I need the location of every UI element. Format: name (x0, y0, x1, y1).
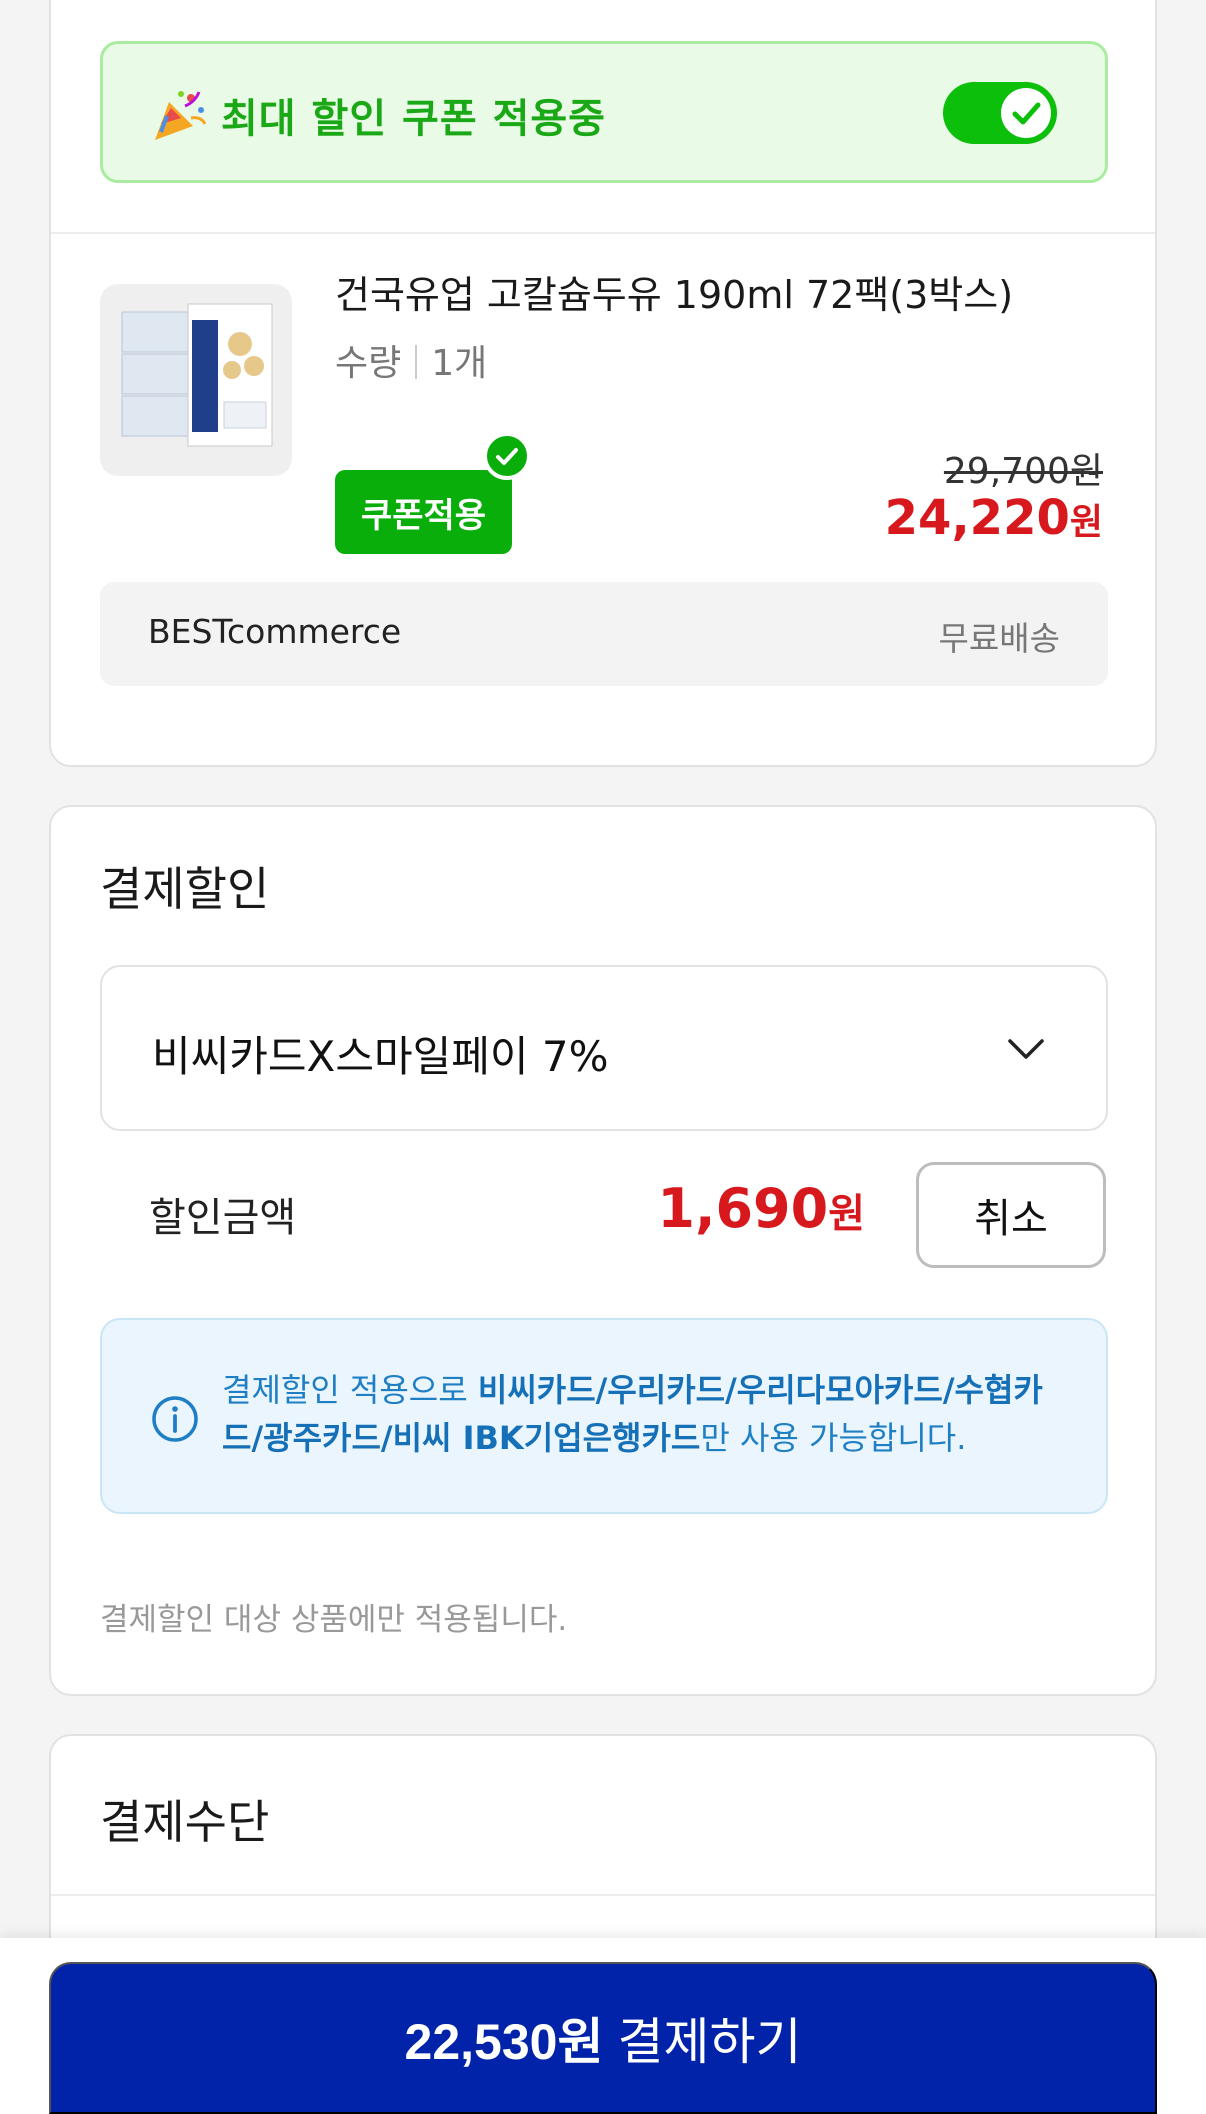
discount-note: 결제할인 대상 상품에만 적용됩니다. (100, 1602, 568, 1638)
product-name[interactable]: 건국유업 고칼슘두유 190ml 72팩(3박스) (335, 264, 1013, 319)
divider (51, 1894, 1155, 1896)
chevron-down-icon (1008, 1039, 1044, 1059)
product-thumbnail[interactable] (100, 284, 292, 476)
payment-discount-card: 결제할인 비씨카드X스마일페이 7% 할인금액 1,690원 취소 결제할인 적… (49, 805, 1157, 1696)
toggle-knob (1001, 88, 1051, 138)
badge-check-icon (483, 432, 531, 480)
discount-selected-option: 비씨카드X스마일페이 7% (152, 1032, 609, 1081)
discount-amount: 1,690원 (657, 1177, 865, 1240)
quantity-separator (415, 345, 418, 379)
cancel-discount-button[interactable]: 취소 (916, 1162, 1106, 1268)
coupon-applied-banner: 최대 할인 쿠폰 적용중 (100, 41, 1108, 183)
soymilk-box-image (100, 284, 292, 476)
quantity-label: 수량 (335, 343, 402, 384)
payment-discount-title: 결제할인 (100, 862, 270, 916)
coupon-banner-text: 최대 할인 쿠폰 적용중 (221, 96, 606, 142)
max-coupon-toggle[interactable] (943, 82, 1057, 144)
original-price: 29,700원 (944, 442, 1103, 494)
divider (51, 232, 1155, 234)
check-icon (1012, 102, 1041, 125)
shipping-info: 무료배송 (938, 619, 1060, 658)
order-product-card: 최대 할인 쿠폰 적용중 건국유업 고칼슘두유 190ml 72팩(3박스) 수… (49, 0, 1157, 767)
discount-amount-label: 할인금액 (149, 1195, 297, 1241)
discount-select[interactable]: 비씨카드X스마일페이 7% (100, 965, 1108, 1131)
product-quantity: 수량 1개 (335, 334, 487, 386)
info-icon (152, 1396, 198, 1442)
info-suffix: 만 사용 가능합니다. (700, 1419, 967, 1457)
payment-method-title: 결제수단 (100, 1795, 270, 1849)
discounted-price-unit: 원 (1069, 502, 1103, 543)
pay-amount: 22,530원 (404, 2014, 604, 2070)
original-price-unit: 원 (1069, 451, 1103, 492)
pay-label: 결제하기 (617, 2014, 802, 2070)
discount-info-box: 결제할인 적용으로 비씨카드/우리카드/우리다모아카드/수협카드/광주카드/비씨… (100, 1318, 1108, 1514)
coupon-applied-badge: 쿠폰적용 (335, 470, 512, 554)
bottom-pay-bar: 22,530원 결제하기 (0, 1938, 1206, 2114)
discount-info-text: 결제할인 적용으로 비씨카드/우리카드/우리다모아카드/수협카드/광주카드/비씨… (222, 1366, 1072, 1462)
seller-name: BESTcommerce (148, 612, 402, 651)
party-popper-icon (155, 91, 207, 140)
discounted-price-value: 24,220 (884, 490, 1070, 546)
discount-amount-unit: 원 (828, 1191, 865, 1237)
info-prefix: 결제할인 적용으로 (222, 1371, 478, 1409)
original-price-value: 29,700 (943, 451, 1070, 492)
pay-button[interactable]: 22,530원 결제하기 (49, 1962, 1157, 2114)
discount-amount-value: 1,690 (657, 1177, 829, 1240)
seller-shipping-row: BESTcommerce 무료배송 (100, 582, 1108, 686)
discounted-price: 24,220원 (885, 490, 1103, 546)
quantity-value: 1개 (431, 343, 488, 384)
